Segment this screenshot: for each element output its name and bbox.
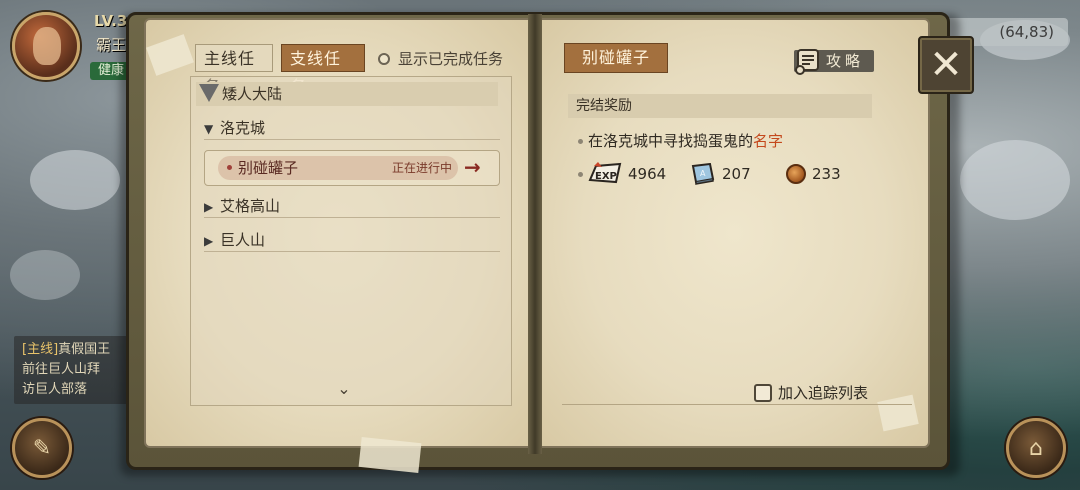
scroll-map-button[interactable]: ✎ <box>12 418 72 478</box>
scroll-icon: ✎ <box>32 435 52 461</box>
track-checkbox[interactable] <box>754 383 772 402</box>
player-avatar[interactable] <box>12 12 80 80</box>
reward-book-value: 207 <box>722 165 751 183</box>
close-icon: ✕ <box>929 42 963 88</box>
quest-tracker-tag: [主线] <box>22 342 59 357</box>
tab-main-quests[interactable]: 主线任务 <box>195 44 273 96</box>
book-spine <box>528 14 542 454</box>
house-icon: ⌂ <box>1029 435 1043 461</box>
quest-detail-page <box>538 18 930 448</box>
track-label: 加入追踪列表 <box>778 384 869 402</box>
city-row-collapsed[interactable]: ▶ 艾格高山 <box>204 194 500 218</box>
quest-tracker-line: 前往巨人山拜 <box>22 362 101 377</box>
reward-coin-value: 233 <box>812 165 841 183</box>
city-row-collapsed[interactable]: ▶ 巨人山 <box>204 228 500 252</box>
scroll-icon <box>795 49 819 75</box>
svg-text:EXP: EXP <box>595 171 617 182</box>
coin-icon <box>786 164 806 184</box>
show-completed-toggle[interactable]: 显示已完成任务 <box>378 48 503 69</box>
reward-coin: 233 <box>786 162 841 186</box>
quest-name: 别碰罐子 <box>238 159 299 177</box>
triangle-down-icon: ▼ <box>204 122 214 136</box>
show-completed-label: 显示已完成任务 <box>398 50 504 68</box>
radio-button[interactable] <box>378 52 390 65</box>
quest-tracker-title: 真假国王 <box>58 342 111 357</box>
city-name: 巨人山 <box>220 231 266 249</box>
quest-status: 正在进行中 <box>392 161 453 175</box>
objective-text: 在洛克城中寻找捣蛋鬼的 <box>588 132 754 150</box>
reward-section-header: 完结奖励 <box>568 94 872 118</box>
svg-text:A: A <box>700 169 706 178</box>
track-quest-toggle[interactable]: 加入追踪列表 <box>754 382 868 403</box>
objective-highlight: 名字 <box>753 132 784 150</box>
bullet-icon <box>578 139 583 144</box>
city-row-expanded[interactable]: ▼ 洛克城 <box>204 116 500 140</box>
bullet-icon <box>227 165 232 170</box>
city-name: 洛克城 <box>220 119 266 137</box>
reward-book: A 207 <box>690 162 751 186</box>
quest-tracker-line: 访巨人部落 <box>22 382 88 397</box>
city-name: 艾格高山 <box>220 197 281 215</box>
quest-objective: 在洛克城中寻找捣蛋鬼的名字 <box>588 130 783 152</box>
quest-detail-title: 别碰罐子 <box>564 43 668 73</box>
reward-exp: EXP 4964 <box>588 162 666 186</box>
home-button[interactable]: ⌂ <box>1006 418 1066 478</box>
region-row[interactable]: 矮人大陆 <box>196 82 498 106</box>
page-tear <box>358 436 422 474</box>
reward-exp-value: 4964 <box>628 165 667 183</box>
arrow-right-icon[interactable]: → <box>464 154 481 180</box>
bullet-icon <box>578 172 583 177</box>
tab-side-quests[interactable]: 支线任务 <box>281 44 365 96</box>
quest-tracker[interactable]: [主线]真假国王 前往巨人山拜 访巨人部落 <box>14 336 134 404</box>
triangle-right-icon: ▶ <box>204 234 214 248</box>
triangle-down-icon <box>199 84 219 102</box>
guide-label: 攻略 <box>826 52 865 70</box>
triangle-right-icon: ▶ <box>204 200 214 214</box>
book-icon: A <box>691 163 715 185</box>
divider <box>562 404 912 405</box>
close-button[interactable]: ✕ <box>918 36 974 94</box>
exp-icon: EXP <box>588 162 622 184</box>
chevron-down-icon[interactable]: ⌄ <box>334 381 354 397</box>
